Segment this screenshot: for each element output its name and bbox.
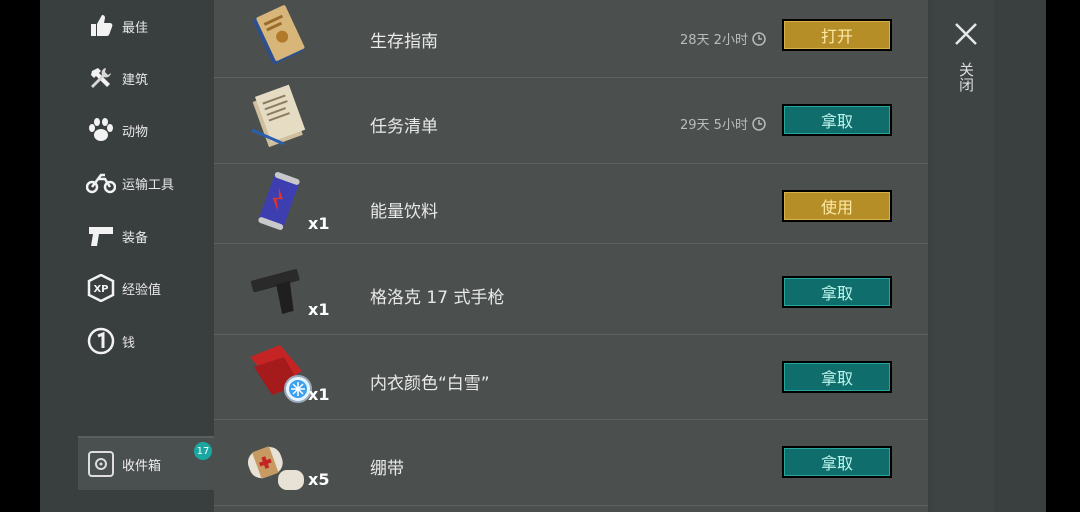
item-name: 能量饮料 (370, 202, 438, 222)
take-button[interactable]: 拿取 (782, 361, 892, 393)
sidebar-item-xp[interactable]: XP 经验值 (86, 268, 161, 308)
list-item: x1 内衣颜色“白雪” 拿取 (214, 335, 932, 420)
svg-text:XP: XP (93, 284, 108, 295)
list-item: 任务清单 29天 5小时 拿取 (214, 78, 932, 164)
item-name: 任务清单 (370, 117, 438, 137)
inbox-item-list: 生存指南 28天 2小时 打开 任务清单 29天 5小时 拿取 x1 能量饮料 … (214, 0, 932, 512)
item-quantity: x5 (308, 470, 330, 489)
take-button[interactable]: 拿取 (782, 446, 892, 478)
sidebar-item-label: 装备 (122, 230, 149, 246)
item-name: 格洛克 17 式手枪 (370, 288, 505, 308)
survival-guide-book-icon (244, 2, 314, 72)
close-button-label[interactable]: 关闭 (956, 62, 977, 92)
list-item: x5 绷带 拿取 (214, 420, 932, 506)
close-icon[interactable] (954, 22, 978, 46)
paw-icon (86, 115, 116, 145)
sidebar-item-building[interactable]: 建筑 (86, 58, 148, 98)
inbox-label: 收件箱 (122, 458, 162, 474)
sidebar-item-animals[interactable]: 动物 (86, 110, 148, 150)
inbox-safe-icon (88, 451, 114, 477)
expiry-text: 29天 5小时 (680, 118, 748, 133)
item-name: 内衣颜色“白雪” (370, 374, 490, 394)
sidebar-item-label: 最佳 (122, 20, 149, 36)
item-quantity: x1 (308, 300, 330, 319)
take-button[interactable]: 拿取 (782, 276, 892, 308)
item-name: 绷带 (370, 459, 404, 479)
bandage-icon (244, 430, 314, 500)
sidebar-item-equipment[interactable]: 装备 (86, 216, 148, 256)
task-papers-icon (244, 84, 314, 154)
clock-icon (752, 31, 766, 46)
item-expiry: 28天 2小时 (680, 29, 766, 48)
list-item: x1 格洛克 17 式手枪 拿取 (214, 244, 932, 335)
sidebar-item-vehicles[interactable]: 运输工具 (86, 163, 174, 203)
thumbs-up-icon (86, 11, 116, 41)
sidebar-item-label: 经验值 (122, 282, 162, 298)
coin-icon (86, 326, 116, 356)
use-button[interactable]: 使用 (782, 190, 892, 222)
take-button[interactable]: 拿取 (782, 104, 892, 136)
inbox-tab[interactable]: 收件箱 17 (78, 436, 214, 490)
list-item: x1 能量饮料 使用 (214, 164, 932, 244)
energy-drink-can-icon (244, 166, 314, 236)
expiry-text: 28天 2小时 (680, 33, 748, 48)
list-item: 生存指南 28天 2小时 打开 (214, 0, 932, 78)
item-name: 生存指南 (370, 32, 438, 52)
sidebar-item-label: 钱 (122, 335, 136, 351)
sidebar-item-best[interactable]: 最佳 (86, 6, 148, 46)
sidebar-item-label: 建筑 (122, 72, 149, 88)
clock-icon (752, 116, 766, 131)
motorcycle-icon (86, 168, 116, 198)
pistol-icon (86, 221, 116, 251)
item-expiry: 29天 5小时 (680, 114, 766, 133)
xp-icon: XP (86, 273, 116, 303)
inbox-count-badge: 17 (194, 442, 212, 460)
sidebar-item-money[interactable]: 钱 (86, 321, 135, 361)
item-quantity: x1 (308, 385, 330, 404)
open-button[interactable]: 打开 (782, 19, 892, 51)
sidebar-item-label: 运输工具 (122, 177, 175, 193)
hammer-wrench-icon (86, 63, 116, 93)
glock-pistol-icon (244, 256, 314, 326)
sidebar-item-label: 动物 (122, 124, 149, 140)
item-quantity: x1 (308, 214, 330, 233)
red-cloth-snowflake-icon (244, 341, 314, 411)
